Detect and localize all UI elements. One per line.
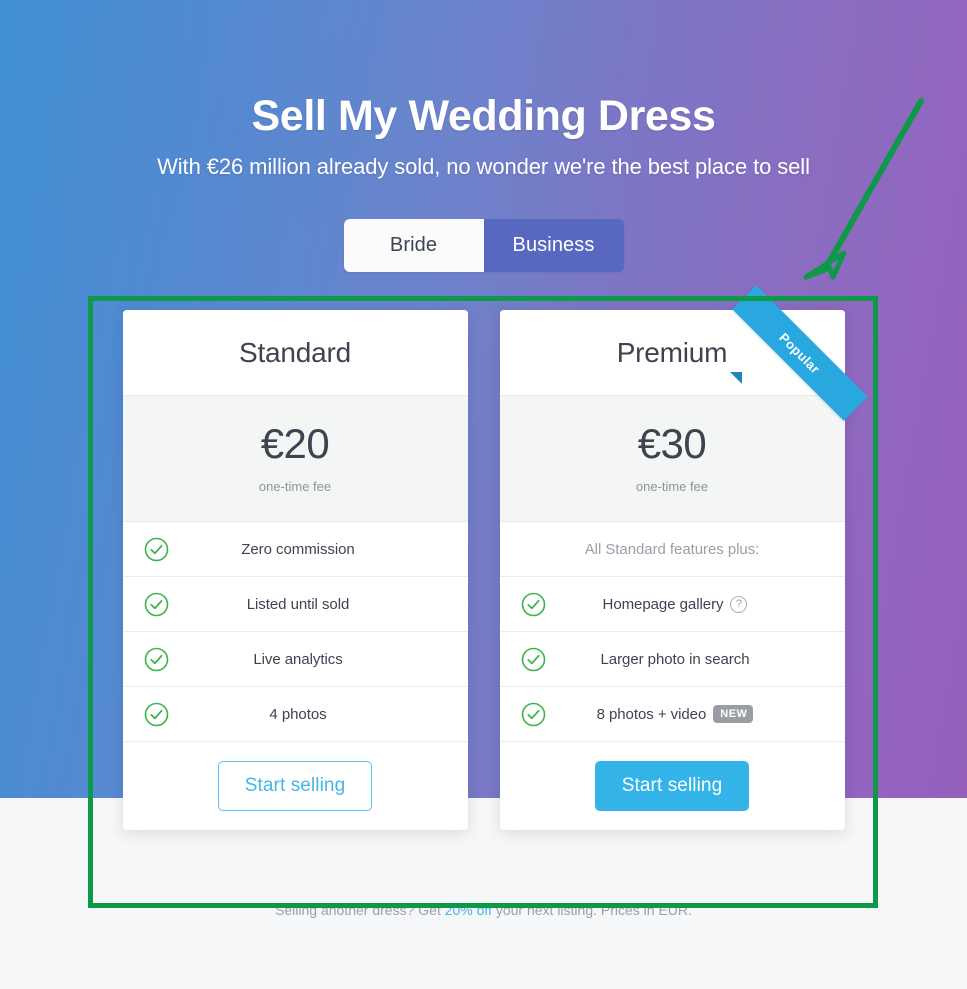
- status-badge-new: NEW: [713, 705, 754, 723]
- pricing-cards-panel: Standard €20 one-time fee Zero commissio…: [0, 285, 967, 830]
- check-circle-icon: [123, 592, 191, 617]
- price-block-premium: €30 one-time fee: [499, 395, 845, 522]
- check-circle-icon: [500, 592, 568, 617]
- toggle-option-bride[interactable]: Bride: [343, 219, 484, 273]
- feature-label: Listed until sold: [191, 596, 468, 613]
- feature-label: 4 photos: [191, 706, 468, 723]
- feature-label: Live analytics: [191, 651, 468, 668]
- plan-price-note-standard: one-time fee: [258, 479, 332, 494]
- feature-row: 8 photos + video NEW: [499, 687, 845, 742]
- feature-text: Larger photo in search: [600, 650, 750, 668]
- page-subtitle: With €26 million already sold, no wonder…: [157, 154, 810, 180]
- toggle-option-business[interactable]: Business: [483, 219, 624, 273]
- check-circle-icon: [123, 537, 191, 562]
- pricing-card-premium: Premium Popular €30 one-time fee All Sta…: [499, 285, 868, 830]
- plan-price-premium: €30: [637, 420, 707, 467]
- footer-text-before: Selling another dress? Get: [275, 902, 445, 918]
- plan-price-standard: €20: [260, 420, 330, 467]
- feature-label: 8 photos + video NEW: [568, 705, 845, 723]
- check-circle-icon: [500, 647, 568, 672]
- page-title: Sell My Wedding Dress: [251, 92, 716, 140]
- plan-name-standard: Standard: [238, 336, 352, 368]
- feature-row: Zero commission: [122, 522, 468, 577]
- feature-row: Listed until sold: [122, 577, 468, 632]
- feature-subheading-row: All Standard features plus:: [499, 522, 845, 577]
- feature-row: Live analytics: [122, 632, 468, 687]
- feature-label: Homepage gallery ?: [568, 595, 845, 613]
- plan-name-premium: Premium: [616, 336, 728, 368]
- check-circle-icon: [123, 702, 191, 727]
- feature-text: Live analytics: [253, 650, 343, 668]
- feature-label: Larger photo in search: [568, 651, 845, 668]
- cta-zone-standard: Start selling: [123, 742, 468, 830]
- feature-text: 8 photos + video: [596, 705, 707, 723]
- check-circle-icon: [123, 647, 191, 672]
- pricing-card-standard: Standard €20 one-time fee Zero commissio…: [122, 310, 468, 830]
- start-selling-button-premium[interactable]: Start selling: [594, 761, 750, 811]
- feature-row: Larger photo in search: [499, 632, 845, 687]
- feature-text: Listed until sold: [246, 595, 350, 613]
- discount-link[interactable]: 20% off: [445, 902, 492, 918]
- check-circle-icon: [500, 702, 568, 727]
- card-header-standard: Standard: [122, 310, 468, 395]
- price-block-standard: €20 one-time fee: [122, 395, 468, 522]
- footer-text-after: your next listing. Prices in EUR.: [491, 902, 692, 918]
- help-icon[interactable]: ?: [730, 595, 748, 613]
- feature-row: 4 photos: [122, 687, 468, 742]
- audience-toggle-group[interactable]: Bride Business: [343, 219, 624, 273]
- feature-row: Homepage gallery ?: [499, 577, 845, 632]
- feature-text: Homepage gallery: [602, 595, 724, 613]
- feature-label: Zero commission: [191, 541, 468, 558]
- feature-text: 4 photos: [269, 705, 327, 723]
- feature-text: Zero commission: [241, 540, 355, 558]
- feature-subheading: All Standard features plus:: [584, 540, 760, 558]
- plan-price-note-premium: one-time fee: [635, 479, 709, 494]
- card-header-premium: Premium: [499, 310, 845, 395]
- footer-note: Selling another dress? Get 20% off your …: [0, 902, 967, 918]
- start-selling-button-standard[interactable]: Start selling: [217, 761, 373, 811]
- hero-content: Sell My Wedding Dress With €26 million a…: [0, 0, 967, 273]
- cta-zone-premium: Start selling: [500, 742, 845, 830]
